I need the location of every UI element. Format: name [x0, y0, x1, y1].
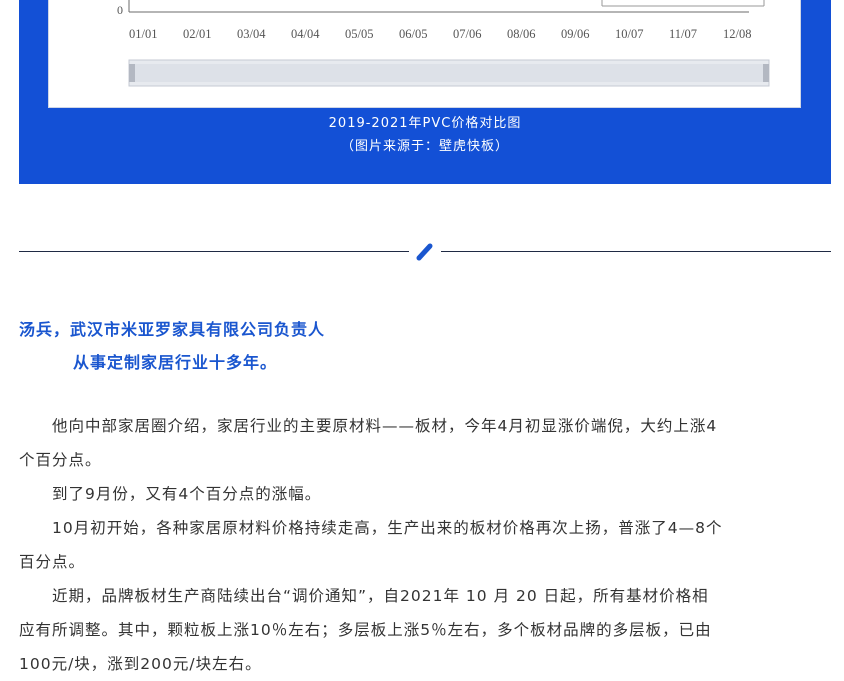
scrollbar-handle-left[interactable] — [129, 64, 135, 82]
chart-scrollbar-thumb[interactable] — [129, 64, 769, 82]
paragraph-line: 百分点。 — [19, 553, 86, 571]
x-tick-label: 07/06 — [453, 27, 481, 41]
person-intro: 汤兵，武汉市米亚罗家具有限公司负责人 — [19, 320, 326, 339]
section-divider-left — [19, 251, 409, 252]
paragraph-line: 到了9月份，又有4个百分点的涨幅。 — [52, 485, 322, 503]
paragraph-line: 应有所调整。其中，颗粒板上涨10％左右；多层板上涨5％左右，多个板材品牌的多层板… — [19, 621, 712, 639]
paragraph-line: 个百分点。 — [19, 451, 102, 469]
person-experience: 从事定制家居行业十多年。 — [73, 353, 278, 372]
x-tick-label: 01/01 — [129, 27, 157, 41]
figure-source: （图片来源于：壁虎快板） — [340, 139, 509, 154]
price-chart-image: 0 01/01 02/01 03/04 04/04 05/05 06/05 07/06 08/… — [48, 0, 801, 108]
paragraph-line: 他向中部家居圈介绍，家居行业的主要原材料——板材，今年4月初显涨价端倪，大约上涨… — [52, 417, 718, 435]
x-tick-label: 06/05 — [399, 27, 427, 41]
x-tick-label: 03/04 — [237, 27, 266, 41]
x-tick-label: 02/01 — [183, 27, 211, 41]
pen-icon — [414, 241, 436, 263]
paragraph-line: 10月初开始，各种家居原材料价格持续走高，生产出来的板材价格再次上扬，普涨了4—… — [52, 519, 723, 537]
x-tick-label: 10/07 — [615, 27, 643, 41]
figure-caption: 2019-2021年PVC价格对比图 — [328, 116, 522, 131]
x-tick-label: 12/08 — [723, 27, 751, 41]
section-divider-right — [441, 251, 831, 252]
x-tick-label: 11/07 — [669, 27, 697, 41]
paragraph-line: 近期，品牌板材生产商陆续出台“调价通知”，自2021年 10 月 20 日起，所… — [52, 587, 709, 605]
y-tick-label: 0 — [117, 3, 123, 17]
x-tick-label: 08/06 — [507, 27, 535, 41]
x-tick-label: 05/05 — [345, 27, 373, 41]
paragraph-line: 100元/块，涨到200元/块左右。 — [19, 655, 262, 673]
x-tick-label: 09/06 — [561, 27, 589, 41]
x-tick-label: 04/04 — [291, 27, 320, 41]
x-tick-labels: 01/01 02/01 03/04 04/04 05/05 06/05 07/06 08/06… — [129, 27, 751, 41]
price-chart: 0 01/01 02/01 03/04 04/04 05/05 06/05 07/06 08/… — [117, 0, 770, 87]
scrollbar-handle-right[interactable] — [763, 64, 769, 82]
